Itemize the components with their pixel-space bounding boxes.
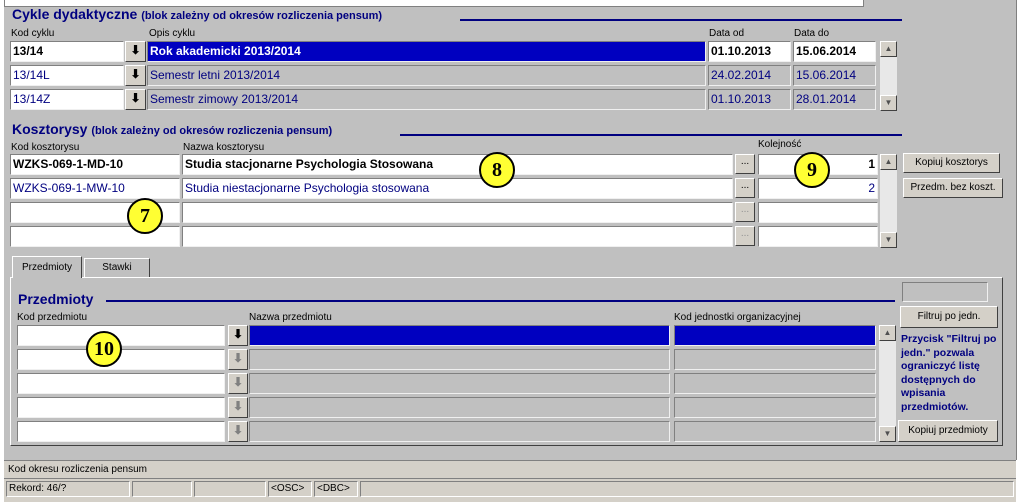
scroll-down-icon[interactable]: ▼ bbox=[880, 95, 897, 111]
estimate-code-field[interactable]: WZKS-069-1-MD-10 bbox=[10, 154, 180, 175]
status-dbc: <DBC> bbox=[314, 481, 358, 497]
cycles-title: Cykle dydaktyczne bbox=[12, 6, 138, 22]
cycle-description-field[interactable]: Semestr zimowy 2013/2014 bbox=[147, 89, 706, 110]
subjects-col-nazwa: Nazwa przedmiotu bbox=[249, 312, 332, 323]
callout-badge-10: 10 bbox=[86, 331, 122, 367]
copy-subjects-button[interactable]: Kopiuj przedmioty bbox=[898, 420, 998, 442]
scroll-up-icon[interactable]: ▲ bbox=[880, 154, 897, 170]
estimates-scrollbar[interactable]: ▲ ▼ bbox=[880, 154, 897, 248]
scroll-down-icon[interactable]: ▼ bbox=[880, 232, 897, 248]
cycle-code-field[interactable]: 13/14Z bbox=[10, 89, 124, 110]
cycles-subtitle: (blok zależny od okresów rozliczenia pen… bbox=[141, 10, 383, 22]
cycles-section-title: Cykle dydaktyczne (blok zależny od okres… bbox=[12, 6, 382, 22]
subject-name-field[interactable] bbox=[249, 397, 670, 418]
status-cell bbox=[194, 481, 266, 497]
cycle-date-to-field[interactable]: 28.01.2014 bbox=[793, 89, 876, 110]
estimate-name-field[interactable]: Studia niestacjonarne Psychologia stosow… bbox=[182, 178, 733, 199]
estimates-col-kolejnosc: Kolejność bbox=[758, 139, 802, 150]
callout-badge-7: 7 bbox=[127, 198, 163, 234]
estimates-section-title: Kosztorysy (blok zależny od okresów rozl… bbox=[12, 121, 332, 137]
ellipsis-button[interactable]: ... bbox=[735, 226, 755, 246]
filter-help-note: Przycisk "Filtruj po jedn." pozwala ogra… bbox=[901, 333, 997, 413]
download-arrow-icon[interactable]: ⬇ bbox=[125, 65, 146, 86]
callout-badge-9: 9 bbox=[794, 152, 830, 188]
cycle-date-from-field[interactable]: 01.10.2013 bbox=[708, 41, 791, 62]
status-field-hint: Kod okresu rozliczenia pensum bbox=[8, 464, 147, 475]
status-cell bbox=[132, 481, 192, 497]
download-arrow-icon[interactable]: ⬇ bbox=[125, 89, 146, 110]
tab-stawki[interactable]: Stawki bbox=[84, 258, 150, 278]
estimate-name-field[interactable] bbox=[182, 226, 733, 247]
cycle-date-to-field[interactable]: 15.06.2014 bbox=[793, 41, 876, 62]
subject-code-field[interactable] bbox=[17, 421, 225, 442]
filter-by-unit-button[interactable]: Filtruj po jedn. bbox=[900, 306, 998, 328]
status-osc: <OSC> bbox=[268, 481, 312, 497]
subject-unit-field[interactable] bbox=[674, 325, 876, 346]
download-arrow-icon[interactable]: ⬇ bbox=[125, 41, 146, 62]
download-arrow-icon[interactable]: ⬇ bbox=[228, 421, 248, 442]
scroll-down-icon[interactable]: ▼ bbox=[879, 426, 896, 442]
ellipsis-button[interactable]: ... bbox=[735, 178, 755, 198]
estimate-name-field[interactable] bbox=[182, 202, 733, 223]
download-arrow-icon[interactable]: ⬇ bbox=[228, 325, 248, 346]
copy-estimate-button[interactable]: Kopiuj kosztorys bbox=[903, 153, 1000, 173]
subjects-section-title: Przedmioty bbox=[18, 291, 94, 307]
scroll-up-icon[interactable]: ▲ bbox=[880, 41, 897, 57]
scroll-up-icon[interactable]: ▲ bbox=[879, 325, 896, 341]
filter-unit-field[interactable] bbox=[902, 282, 988, 302]
subject-name-field[interactable] bbox=[249, 421, 670, 442]
subject-code-field[interactable] bbox=[17, 373, 225, 394]
estimates-col-nazwa: Nazwa kosztorysu bbox=[183, 142, 265, 153]
download-arrow-icon[interactable]: ⬇ bbox=[228, 349, 248, 370]
subject-code-field[interactable] bbox=[17, 397, 225, 418]
cycle-code-field[interactable]: 13/14 bbox=[10, 41, 124, 62]
cycle-description-field[interactable]: Semestr letni 2013/2014 bbox=[147, 65, 706, 86]
subjects-without-cost-button[interactable]: Przedm. bez koszt. bbox=[903, 178, 1003, 198]
cycle-date-from-field[interactable]: 01.10.2013 bbox=[708, 89, 791, 110]
subjects-title-rule bbox=[106, 300, 895, 302]
cycles-title-rule bbox=[460, 19, 902, 21]
subject-unit-field[interactable] bbox=[674, 373, 876, 394]
callout-badge-8: 8 bbox=[479, 152, 515, 188]
subject-name-field[interactable] bbox=[249, 325, 670, 346]
subjects-col-jedn: Kod jednostki organizacyjnej bbox=[674, 312, 801, 323]
cycle-date-from-field[interactable]: 24.02.2014 bbox=[708, 65, 791, 86]
subjects-col-kod: Kod przedmiotu bbox=[17, 312, 88, 323]
cycles-col-do: Data do bbox=[794, 28, 830, 39]
subject-unit-field[interactable] bbox=[674, 397, 876, 418]
cycles-scrollbar[interactable]: ▲ ▼ bbox=[880, 41, 897, 111]
subject-name-field[interactable] bbox=[249, 373, 670, 394]
subject-unit-field[interactable] bbox=[674, 349, 876, 370]
subject-name-field[interactable] bbox=[249, 349, 670, 370]
status-record-count: Rekord: 46/? bbox=[6, 481, 130, 497]
estimate-name-field[interactable]: Studia stacjonarne Psychologia Stosowana bbox=[182, 154, 733, 175]
ellipsis-button[interactable]: ... bbox=[735, 154, 755, 174]
subject-unit-field[interactable] bbox=[674, 421, 876, 442]
estimates-col-kod: Kod kosztorysu bbox=[11, 142, 80, 153]
cycle-code-field[interactable]: 13/14L bbox=[10, 65, 124, 86]
cycles-col-od: Data od bbox=[709, 28, 745, 39]
tab-przedmioty[interactable]: Przedmioty bbox=[12, 256, 82, 278]
estimate-order-field[interactable] bbox=[758, 202, 878, 223]
cycle-date-to-field[interactable]: 15.06.2014 bbox=[793, 65, 876, 86]
estimates-subtitle: (blok zależny od okresów rozliczenia pen… bbox=[91, 125, 333, 137]
estimate-order-field[interactable] bbox=[758, 226, 878, 247]
cycle-description-field[interactable]: Rok akademicki 2013/2014 bbox=[147, 41, 706, 62]
status-divider bbox=[4, 478, 1016, 479]
estimates-title-rule bbox=[400, 134, 902, 136]
estimates-title: Kosztorysy bbox=[12, 121, 88, 137]
subjects-scrollbar[interactable]: ▲ ▼ bbox=[879, 325, 896, 442]
estimate-code-field[interactable]: WZKS-069-1-MW-10 bbox=[10, 178, 180, 199]
download-arrow-icon[interactable]: ⬇ bbox=[228, 373, 248, 394]
download-arrow-icon[interactable]: ⬇ bbox=[228, 397, 248, 418]
cycles-col-kod: Kod cyklu bbox=[11, 28, 55, 39]
cycles-col-opis: Opis cyklu bbox=[149, 28, 196, 39]
status-cell bbox=[360, 481, 1014, 497]
ellipsis-button[interactable]: ... bbox=[735, 202, 755, 222]
